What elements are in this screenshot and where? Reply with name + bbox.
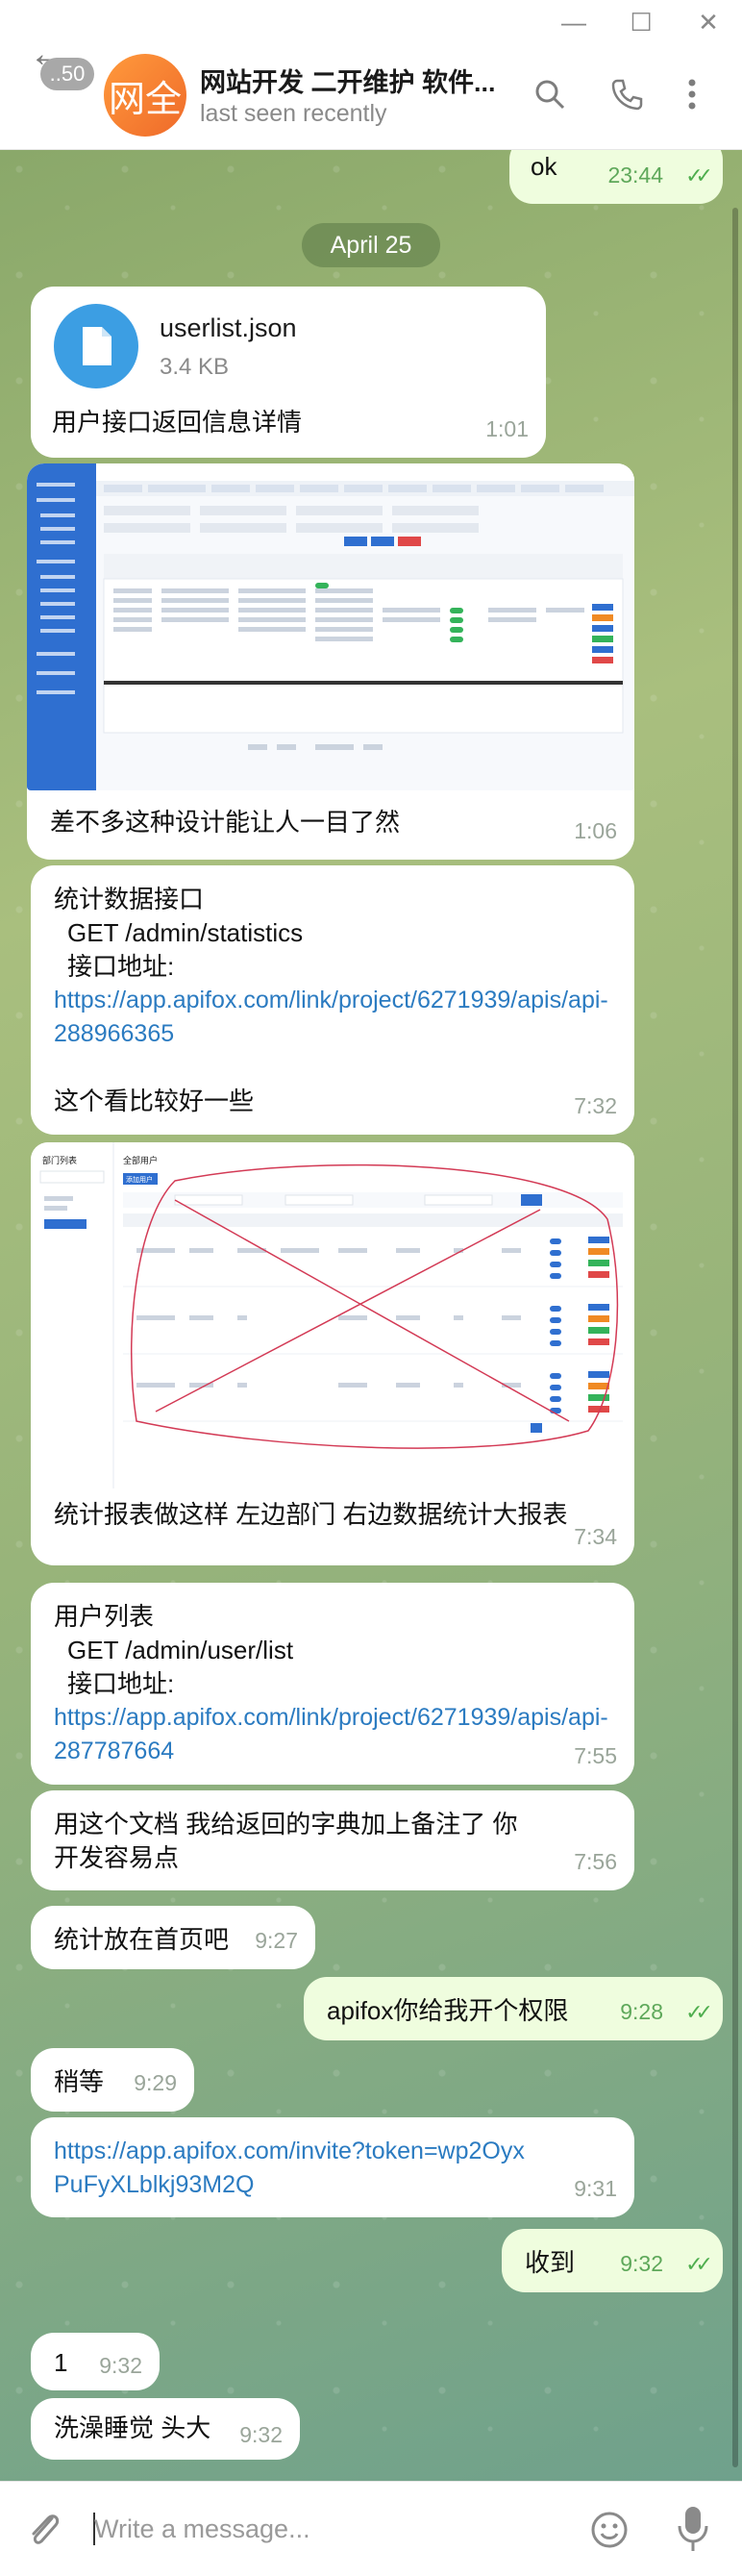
- attach-icon[interactable]: [25, 2507, 63, 2556]
- message-line: GET /admin/user/list: [67, 1636, 294, 1664]
- read-ticks-icon: ✓✓: [685, 163, 713, 188]
- image-caption: 统计报表做这样 左边部门 右边数据统计大报表: [54, 1500, 568, 1529]
- emoji-icon[interactable]: [590, 2511, 629, 2554]
- read-ticks-icon: ✓✓: [685, 2000, 713, 2024]
- phone-icon[interactable]: [609, 77, 644, 120]
- file-name[interactable]: userlist.json: [160, 312, 297, 345]
- message-time: 9:27: [255, 1928, 298, 1953]
- invite-link[interactable]: https://app.apifox.com/invite?token=wp2O…: [54, 2135, 529, 2202]
- close-button[interactable]: ✕: [675, 0, 742, 44]
- chat-title[interactable]: 网站开发 二开维护 软件...: [200, 62, 517, 99]
- message-time: 9:32: [239, 2422, 283, 2447]
- department-list-title: 部门列表: [42, 1155, 77, 1165]
- message-text: 收到: [525, 2248, 576, 2277]
- message-incoming[interactable]: 洗澡睡觉 头大 9:32: [31, 2398, 300, 2460]
- avatar[interactable]: 网全: [104, 54, 186, 137]
- microphone-icon[interactable]: [677, 2505, 709, 2558]
- message-input[interactable]: Write a message...: [94, 2514, 310, 2544]
- message-time: 7:34: [574, 1524, 617, 1549]
- message-time: 7:55: [574, 1743, 617, 1768]
- message-outgoing[interactable]: 收到 9:32 ✓✓: [502, 2229, 723, 2292]
- message-time: 9:29: [134, 2070, 177, 2095]
- chat-status: last seen recently: [200, 100, 387, 127]
- unread-count-badge: ..50: [40, 58, 94, 90]
- minimize-button[interactable]: —: [540, 0, 607, 44]
- message-incoming[interactable]: https://app.apifox.com/invite?token=wp2O…: [31, 2117, 634, 2217]
- maximize-button[interactable]: ☐: [607, 0, 675, 44]
- message-line: 用户列表: [54, 1602, 155, 1631]
- window-titlebar: — ☐ ✕: [0, 0, 742, 44]
- api-link[interactable]: https://app.apifox.com/link/project/6271…: [54, 984, 611, 1051]
- message-outgoing[interactable]: ok 23:44 ✓✓: [509, 150, 723, 204]
- message-userlist-api[interactable]: 用户列表 GET /admin/user/list 接口地址: https://…: [31, 1583, 634, 1785]
- date-separator: April 25: [302, 223, 440, 267]
- message-line: 接口地址:: [67, 1669, 175, 1698]
- message-line: 统计数据接口: [54, 885, 205, 913]
- message-time: 9:31: [574, 2176, 617, 2201]
- api-link[interactable]: https://app.apifox.com/link/project/6271…: [54, 1701, 611, 1768]
- message-line: GET /admin/statistics: [67, 918, 304, 947]
- chat-area[interactable]: ok 23:44 ✓✓ April 25 userlist.json 3.4 K…: [0, 150, 742, 2481]
- all-users-title: 全部用户: [123, 1155, 158, 1165]
- image-caption: 差不多这种设计能让人一目了然: [50, 808, 401, 837]
- read-ticks-icon: ✓✓: [685, 2252, 713, 2276]
- message-image[interactable]: 部门列表 全部用户 添加用户 统计报表做这样 左边部门 右边数据统计大报表 7:…: [31, 1142, 634, 1565]
- more-menu-icon[interactable]: [684, 77, 700, 120]
- message-text: 用这个文档 我给返回的字典加上备注了 你开发容易点: [54, 1810, 518, 1872]
- message-time: 7:56: [574, 1849, 617, 1874]
- chat-scrollbar[interactable]: [732, 208, 738, 2467]
- message-file[interactable]: userlist.json 3.4 KB 用户接口返回信息详情 1:01: [31, 287, 546, 458]
- file-icon[interactable]: [54, 304, 138, 388]
- message-time: 9:32: [620, 2251, 663, 2276]
- message-time: 1:01: [485, 416, 529, 441]
- file-size: 3.4 KB: [160, 354, 230, 380]
- message-time: 23:44: [607, 163, 663, 188]
- add-user-button-label: 添加用户: [126, 1175, 153, 1184]
- message-time: 7:32: [574, 1093, 617, 1118]
- message-time: 9:28: [620, 1999, 663, 2024]
- message-incoming[interactable]: 用这个文档 我给返回的字典加上备注了 你开发容易点 7:56: [31, 1790, 634, 1890]
- message-incoming[interactable]: 1 9:32: [31, 2333, 160, 2390]
- message-line: 接口地址:: [67, 952, 175, 981]
- message-image[interactable]: 差不多这种设计能让人一目了然 1:06: [27, 463, 634, 860]
- admin-dashboard-screenshot[interactable]: [27, 463, 634, 790]
- message-incoming[interactable]: 稍等 9:29: [31, 2048, 194, 2112]
- message-time: 1:06: [574, 818, 617, 843]
- message-line: 这个看比较好一些: [54, 1087, 255, 1115]
- message-text: ok: [531, 152, 557, 181]
- report-layout-screenshot[interactable]: 部门列表 全部用户 添加用户: [31, 1142, 634, 1488]
- message-outgoing[interactable]: apifox你给我开个权限 9:28 ✓✓: [304, 1977, 723, 2040]
- message-incoming[interactable]: 统计放在首页吧 9:27: [31, 1906, 315, 1969]
- message-time: 9:32: [99, 2353, 142, 2378]
- file-caption: 用户接口返回信息详情: [52, 408, 303, 437]
- message-input-bar: Write a message...: [0, 2481, 742, 2576]
- search-icon[interactable]: [532, 77, 567, 120]
- message-statistics-api[interactable]: 统计数据接口 GET /admin/statistics 接口地址: https…: [31, 865, 634, 1135]
